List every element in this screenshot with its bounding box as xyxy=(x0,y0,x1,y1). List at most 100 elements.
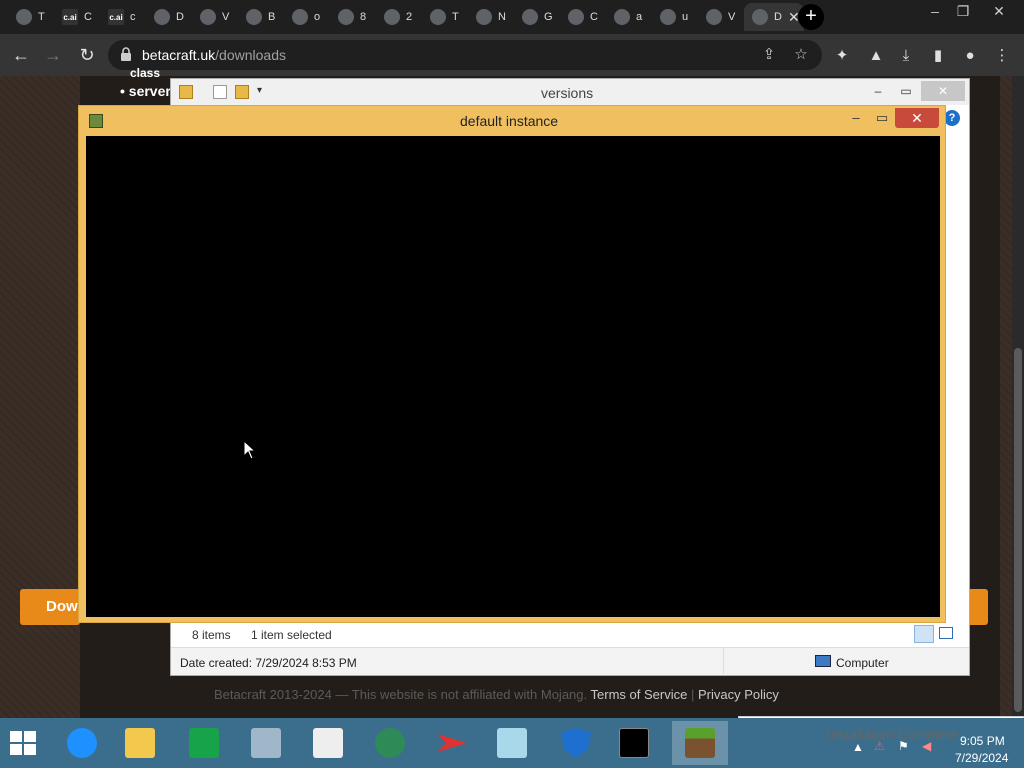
date-created: Date created: 7/29/2024 8:53 PM xyxy=(180,656,357,670)
game-minimize-icon[interactable]: – xyxy=(843,108,869,128)
url-path: /downloads xyxy=(215,47,286,63)
paint-icon[interactable] xyxy=(484,721,540,765)
tab-title: C xyxy=(84,11,92,23)
side-panel-icon[interactable]: ▮ xyxy=(928,46,948,66)
details-view-icon[interactable] xyxy=(914,625,934,643)
globe-icon xyxy=(568,9,584,25)
tab-title: a xyxy=(636,11,643,23)
lock-icon xyxy=(121,47,131,61)
browser-tab[interactable]: c.ai C xyxy=(54,3,98,31)
tray-arrow-icon[interactable]: ▲ xyxy=(852,740,864,754)
reload-icon[interactable]: ↻ xyxy=(74,42,100,68)
browser-tab[interactable]: D xyxy=(146,3,190,31)
bookmark-star-icon[interactable]: ☆ xyxy=(792,46,810,64)
browser-tab[interactable]: C xyxy=(560,3,604,31)
divider xyxy=(723,648,724,674)
download-button[interactable]: Dow xyxy=(20,589,80,625)
game-canvas[interactable] xyxy=(86,136,940,617)
privacy-link[interactable]: Privacy Policy xyxy=(698,687,779,702)
profile-avatar-icon[interactable]: ● xyxy=(960,46,980,66)
browser-tab[interactable]: o xyxy=(284,3,328,31)
store-icon[interactable] xyxy=(176,721,232,765)
tab-title: V xyxy=(222,11,230,23)
bullet-class: class xyxy=(130,66,161,80)
browser-tab[interactable]: c.ai c xyxy=(100,3,144,31)
browser-tab[interactable]: 2 xyxy=(376,3,420,31)
tab-title: T xyxy=(452,11,459,23)
terms-link[interactable]: Terms of Service xyxy=(591,687,688,702)
explorer-close-icon[interactable]: ✕ xyxy=(921,81,965,101)
minimize-icon[interactable]: – xyxy=(920,0,950,22)
cmd-icon[interactable] xyxy=(606,721,662,765)
defender-icon[interactable] xyxy=(548,721,604,765)
tab-title: D xyxy=(774,11,782,23)
restore-icon[interactable]: ❐ xyxy=(948,0,978,22)
clock-date[interactable]: 7/29/2024 xyxy=(955,751,1008,765)
mouse-cursor-icon xyxy=(243,440,257,460)
tab-title: 8 xyxy=(360,11,367,23)
explorer-maximize-icon[interactable]: ▭ xyxy=(893,81,919,101)
globe-icon xyxy=(292,9,308,25)
menu-kebab-icon[interactable]: ⋮ xyxy=(992,46,1012,66)
download-icon[interactable]: ⤓ xyxy=(896,46,916,66)
forward-icon[interactable]: → xyxy=(40,42,66,68)
page-icon xyxy=(752,9,768,25)
game-close-icon[interactable]: ✕ xyxy=(895,108,939,128)
browser-tab[interactable]: G xyxy=(514,3,558,31)
globe-update-icon[interactable] xyxy=(362,721,418,765)
large-icons-view-icon[interactable] xyxy=(939,627,953,639)
new-folder-icon[interactable] xyxy=(235,85,249,99)
cai-icon: c.ai xyxy=(108,9,124,25)
tab-title: u xyxy=(682,11,689,23)
browser-tab[interactable]: T xyxy=(422,3,466,31)
internet-explorer-icon[interactable] xyxy=(54,721,110,765)
tab-title: G xyxy=(544,11,553,23)
back-icon[interactable]: ← xyxy=(8,42,34,68)
extensions-icon[interactable]: ✦ xyxy=(832,46,852,66)
clock-time[interactable]: 9:05 PM xyxy=(960,734,1005,748)
browser-tab[interactable]: D ✕ xyxy=(744,3,804,31)
xbox-icon xyxy=(430,9,446,25)
tab-title: c xyxy=(130,11,136,23)
lab-flask-icon[interactable]: ▲ xyxy=(866,46,886,66)
cloud-icon xyxy=(384,9,400,25)
pdf-arrow-icon[interactable] xyxy=(424,721,480,765)
game-titlebar[interactable]: default instance – ▭ ✕ xyxy=(79,106,945,136)
explorer-titlebar[interactable]: ▾ versions – ▭ ✕ xyxy=(171,79,969,105)
address-bar[interactable]: betacraft.uk/downloads ⇪ ☆ xyxy=(108,40,822,70)
quick-access-dropdown-icon[interactable]: ▾ xyxy=(257,85,262,96)
properties-icon[interactable] xyxy=(213,85,227,99)
page-scrollbar[interactable] xyxy=(1012,76,1024,718)
explorer-minimize-icon[interactable]: – xyxy=(865,81,891,101)
notepad-icon[interactable] xyxy=(300,721,356,765)
browser-tab[interactable]: u xyxy=(652,3,696,31)
url-text: betacraft.uk/downloads xyxy=(142,47,286,63)
close-icon[interactable]: ✕ xyxy=(984,0,1014,22)
help-icon[interactable]: ? xyxy=(944,110,960,126)
monitor-icon[interactable] xyxy=(238,721,294,765)
minecraft-icon[interactable] xyxy=(672,721,728,765)
chrome-icon xyxy=(476,9,492,25)
footer-separator: | xyxy=(690,687,695,702)
new-tab-button[interactable]: + xyxy=(798,4,824,30)
game-window: default instance – ▭ ✕ xyxy=(78,105,946,623)
share-icon[interactable]: ⇪ xyxy=(760,46,778,64)
browser-tab[interactable]: a xyxy=(606,3,650,31)
scrollbar-thumb[interactable] xyxy=(1014,348,1022,712)
browser-tab[interactable]: N xyxy=(468,3,512,31)
browser-tab[interactable]: B xyxy=(238,3,282,31)
minecraft-block-icon xyxy=(89,114,103,128)
browser-tab[interactable]: V xyxy=(698,3,742,31)
game-window-title: default instance xyxy=(460,113,559,129)
tab-title: o xyxy=(314,11,321,23)
nvidia-icon xyxy=(522,9,538,25)
browser-tab[interactable]: 8 xyxy=(330,3,374,31)
browser-tab[interactable]: T xyxy=(8,3,52,31)
file-explorer-icon[interactable] xyxy=(112,721,168,765)
tab-bar: Tc.ai Cc.ai c D V Bo 8 2 T N G Ca u V D ✕ xyxy=(0,0,1024,34)
windows-start-icon[interactable] xyxy=(10,731,38,757)
pdf-icon xyxy=(154,9,170,25)
openai-icon xyxy=(16,9,32,25)
browser-tab[interactable]: V xyxy=(192,3,236,31)
game-maximize-icon[interactable]: ▭ xyxy=(869,108,895,128)
